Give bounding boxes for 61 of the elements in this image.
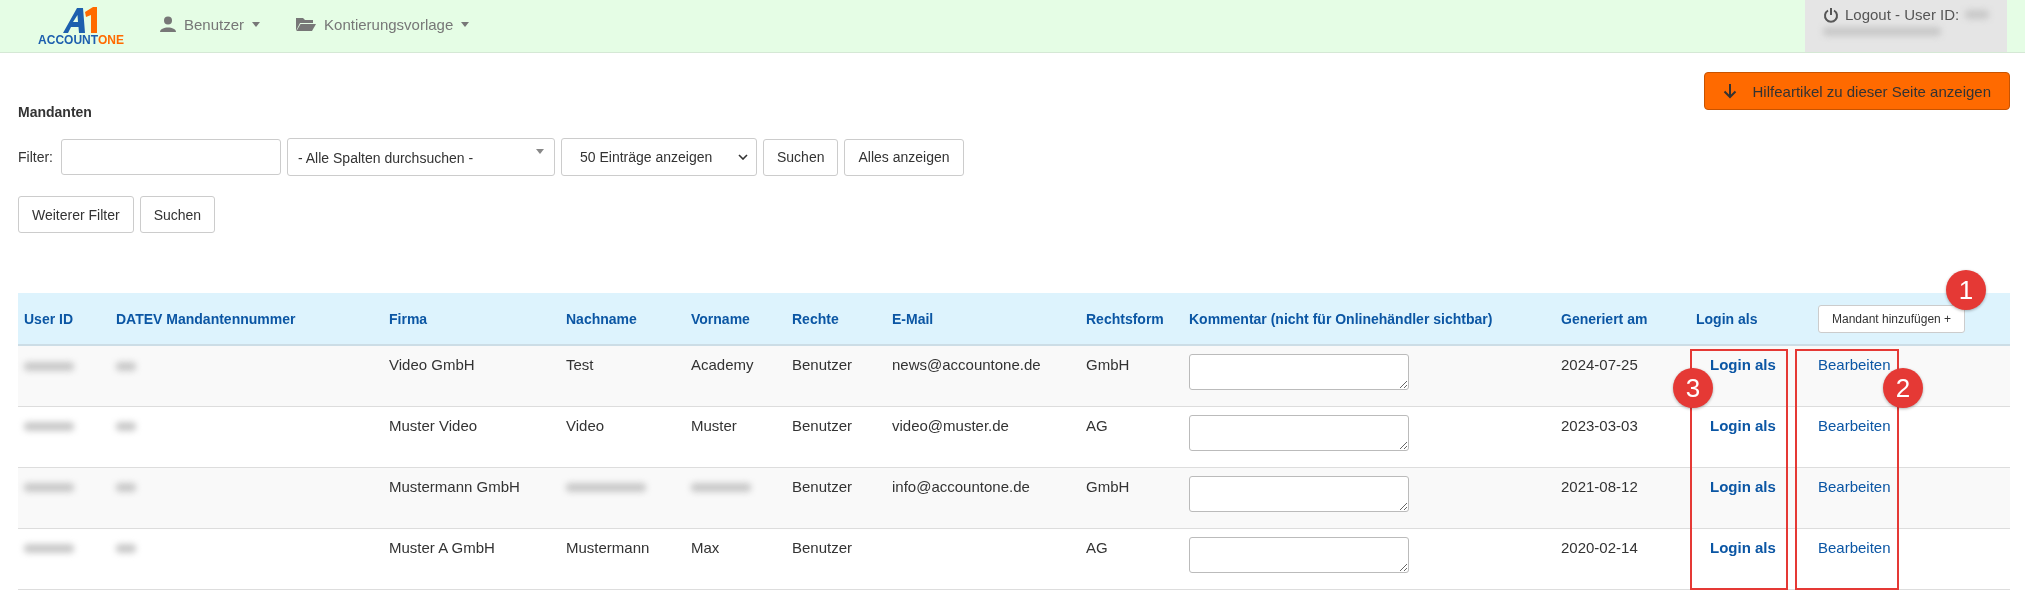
table-cell: 2023-03-03 xyxy=(1561,416,1638,434)
edit-link[interactable]: Bearbeiten xyxy=(1818,538,1891,556)
table-cell: Academy xyxy=(691,356,754,373)
table-cell: info@accountone.de xyxy=(892,477,1030,495)
login-link[interactable]: Login als xyxy=(1696,477,1776,495)
filter-button[interactable]: Weiterer Filter xyxy=(18,196,134,233)
table-cell: news@accountone.de xyxy=(892,356,1041,373)
power-icon xyxy=(1823,6,1839,23)
logout-panel[interactable]: Logout - User ID: xyxy=(1805,0,2007,52)
table-cell: 2021-08-12 xyxy=(1561,477,1638,495)
table-cell: Test xyxy=(566,356,594,373)
table-cell: GmbH xyxy=(1086,477,1130,495)
table-cell: 2024-07-25 xyxy=(1561,356,1638,373)
table-cell: Muster Video xyxy=(389,416,478,434)
comment-field[interactable] xyxy=(1189,354,1409,390)
table-cell: Muster A GmbH xyxy=(389,538,495,556)
table-cell: Benutzer xyxy=(792,416,853,434)
edit-link[interactable]: Bearbeiten xyxy=(1818,477,1891,495)
logo-text: ACCOUNTONE xyxy=(38,33,124,47)
help-article-button[interactable]: Hilfeartikel zu dieser Seite anzeigen xyxy=(1703,72,2010,110)
filter-button[interactable]: Alles anzeigen xyxy=(844,138,964,176)
table-cell: AG xyxy=(1086,416,1108,434)
table-cell: Mustermann xyxy=(566,538,650,556)
page-size-select[interactable]: 50 Einträge anzeigen xyxy=(561,138,757,176)
comment-field[interactable] xyxy=(1189,414,1409,451)
caret-icon xyxy=(252,21,261,27)
nav-menu[interactable]: Kontierungsvorlage xyxy=(296,0,470,52)
table-cell: 2020-02-14 xyxy=(1561,538,1638,556)
caret-icon xyxy=(461,21,470,27)
add-client-button[interactable]: Mandant hinzufügen + xyxy=(1818,304,1966,333)
comment-field[interactable] xyxy=(1189,536,1409,573)
table-cell: Benutzer xyxy=(792,538,853,556)
edit-link[interactable]: Bearbeiten xyxy=(1818,416,1891,434)
table-cell: Video GmbH xyxy=(389,356,475,373)
arrow-down-icon xyxy=(1722,83,1737,99)
comment-field[interactable] xyxy=(1189,475,1409,512)
logout-label[interactable]: Logout - User ID: xyxy=(1845,6,1960,23)
table-cell: Mustermann GmbH xyxy=(389,477,520,495)
filter-button[interactable]: Suchen xyxy=(763,138,839,176)
table-cell: Benutzer xyxy=(792,477,853,495)
table-cell: video@muster.de xyxy=(892,416,1009,434)
accountone-logo[interactable]: ACCOUNTONE xyxy=(36,0,126,52)
login-link[interactable]: Login als xyxy=(1696,538,1776,556)
table-cell: Max xyxy=(691,538,720,556)
filter-button[interactable]: Suchen xyxy=(139,196,216,233)
filter-input[interactable] xyxy=(61,139,281,175)
table-cell: Benutzer xyxy=(792,356,853,373)
user-icon xyxy=(160,16,176,32)
folder-icon xyxy=(296,16,317,32)
filter-label: Filter: xyxy=(18,149,53,165)
login-link[interactable]: Login als xyxy=(1696,416,1776,434)
table-cell: AG xyxy=(1086,538,1108,556)
page-title: Mandanten xyxy=(18,104,93,120)
caret-icon xyxy=(536,149,544,154)
table-cell: Muster xyxy=(691,416,737,434)
nav-menu[interactable]: Benutzer xyxy=(160,0,261,52)
number-badge: 1 xyxy=(1946,270,1986,310)
chevron-down-icon xyxy=(738,154,748,160)
table-cell: Video xyxy=(566,416,605,434)
table-cell: GmbH xyxy=(1086,356,1130,373)
column-select[interactable]: - Alle Spalten durchsuchen - xyxy=(287,138,555,176)
